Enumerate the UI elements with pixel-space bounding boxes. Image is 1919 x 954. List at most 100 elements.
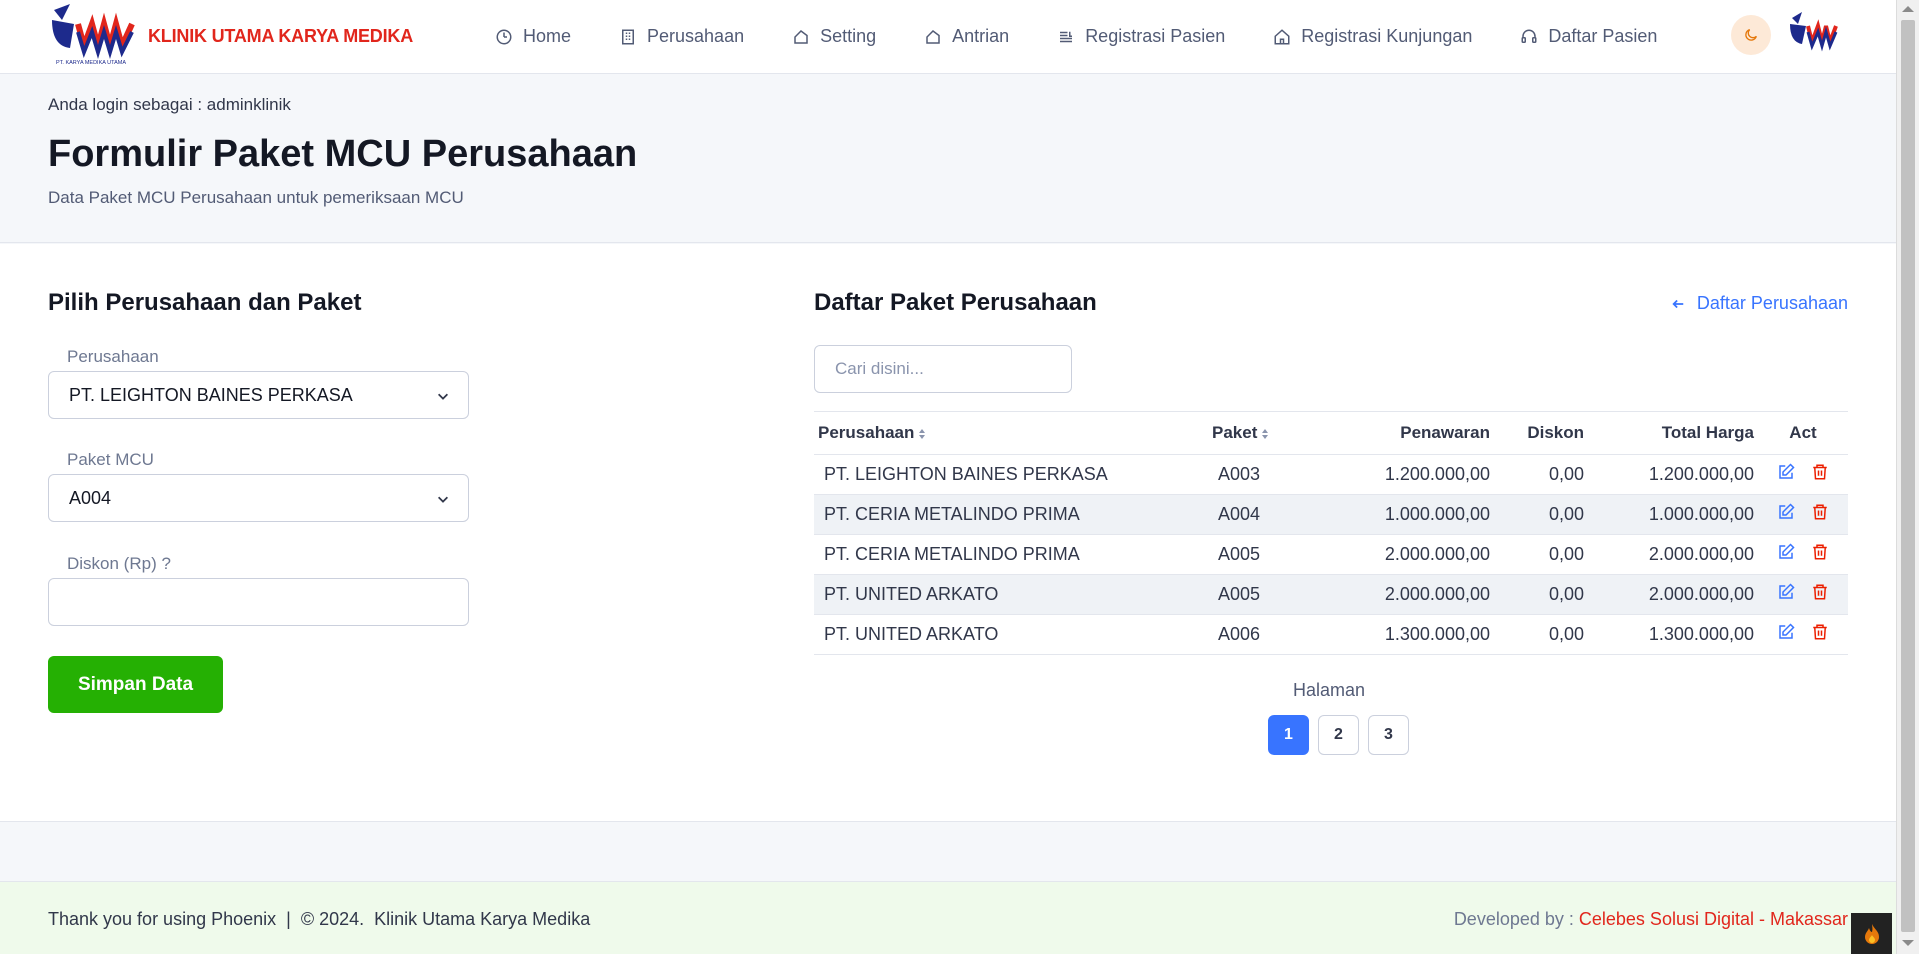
cell-actions <box>1758 614 1848 655</box>
edit-icon[interactable] <box>1777 583 1795 601</box>
edit-icon[interactable] <box>1777 623 1795 641</box>
cell-company: PT. CERIA METALINDO PRIMA <box>814 494 1208 535</box>
cell-discount: 0,00 <box>1494 534 1588 575</box>
edit-icon[interactable] <box>1777 543 1795 561</box>
nav-label: Perusahaan <box>647 26 745 46</box>
nav-label: Home <box>523 26 572 46</box>
scroll-thumb[interactable] <box>1901 20 1915 932</box>
nav-item-registrasi-kunjungan[interactable]: Registrasi Kunjungan <box>1273 26 1472 47</box>
company-select[interactable]: PT. LEIGHTON BAINES PERKASA <box>48 371 469 419</box>
col-header-total-harga: Total Harga <box>1661 423 1754 442</box>
trash-icon[interactable] <box>1811 583 1829 601</box>
nav-item-setting[interactable]: Setting <box>792 26 876 47</box>
trash-icon[interactable] <box>1811 543 1829 561</box>
tag-icon <box>926 29 940 44</box>
cell-actions <box>1758 454 1848 495</box>
back-link-label: Daftar Perusahaan <box>1696 293 1848 313</box>
cell-offer: 1.000.000,00 <box>1308 494 1494 535</box>
footer-credits: Developed by : Celebes Solusi Digital - … <box>1454 909 1848 930</box>
cell-offer: 2.000.000,00 <box>1308 534 1494 575</box>
nav-item-antrian[interactable]: Antrian <box>924 26 1009 47</box>
list-title: Daftar Paket Perusahaan <box>814 289 1097 316</box>
edit-icon[interactable] <box>1777 503 1795 521</box>
cell-total: 1.200.000,00 <box>1588 454 1758 495</box>
page-subtitle: Data Paket MCU Perusahaan untuk pemeriks… <box>48 188 464 207</box>
nav-item-daftar-pasien[interactable]: Daftar Pasien <box>1520 26 1657 47</box>
cell-discount: 0,00 <box>1494 574 1588 615</box>
cell-offer: 1.300.000,00 <box>1308 614 1494 655</box>
edit-icon[interactable] <box>1777 463 1795 481</box>
cell-discount: 0,00 <box>1494 454 1588 495</box>
page-button-1[interactable]: 1 <box>1268 715 1309 755</box>
package-select[interactable]: A004 <box>48 474 469 522</box>
cell-package: A006 <box>1208 614 1308 655</box>
fire-icon-button[interactable] <box>1851 913 1892 954</box>
avatar[interactable] <box>1788 8 1840 60</box>
back-to-companies-link[interactable]: Daftar Perusahaan <box>1671 293 1848 314</box>
developer-link[interactable]: Celebes Solusi Digital - Makassar <box>1579 909 1848 929</box>
table-row: PT. CERIA METALINDO PRIMA A005 2.000.000… <box>814 534 1848 575</box>
nav-label: Daftar Pasien <box>1548 26 1658 46</box>
trash-icon[interactable] <box>1811 623 1829 641</box>
main-nav: Home Perusahaan Setting Antrian Registra… <box>495 26 1705 47</box>
footer-thanks: Thank you for using Phoenix | © 2024. Kl… <box>48 909 591 929</box>
nav-item-home[interactable]: Home <box>495 26 571 47</box>
scroll-down-arrow[interactable] <box>1902 940 1914 946</box>
footer: Thank you for using Phoenix | © 2024. Kl… <box>0 881 1896 954</box>
building-icon <box>622 29 635 44</box>
company-select-value: PT. LEIGHTON BAINES PERKASA <box>69 384 353 405</box>
form-title: Pilih Perusahaan dan Paket <box>48 289 362 316</box>
fire-icon <box>1864 923 1879 944</box>
trash-icon[interactable] <box>1811 503 1829 521</box>
discount-label: Diskon (Rp) ? <box>67 554 171 573</box>
scroll-up-arrow[interactable] <box>1902 6 1914 12</box>
table-row: PT. UNITED ARKATO A006 1.300.000,00 0,00… <box>814 614 1848 655</box>
nav-item-registrasi-pasien[interactable]: Registrasi Pasien <box>1057 26 1225 47</box>
brand[interactable]: PT. KARYA MEDIKA UTAMA KLINIK UTAMA KARY… <box>48 2 413 72</box>
pagination-label: Halaman <box>1293 680 1366 700</box>
col-header-paket[interactable]: Paket <box>1208 412 1308 455</box>
cell-offer: 1.200.000,00 <box>1308 454 1494 495</box>
trash-icon[interactable] <box>1811 463 1829 481</box>
main-content: Pilih Perusahaan dan Paket Perusahaan PT… <box>0 244 1896 822</box>
page-header: Anda login sebagai : adminklinik Formuli… <box>0 75 1896 243</box>
table-row: PT. UNITED ARKATO A005 2.000.000,00 0,00… <box>814 574 1848 615</box>
list-icon <box>1060 31 1073 42</box>
cell-company: PT. UNITED ARKATO <box>814 574 1208 615</box>
page-button-3[interactable]: 3 <box>1368 715 1409 755</box>
discount-input[interactable] <box>48 578 469 626</box>
cell-company: PT. CERIA METALINDO PRIMA <box>814 534 1208 575</box>
scrollbar[interactable] <box>1896 0 1919 954</box>
cell-discount: 0,00 <box>1494 614 1588 655</box>
package-table: Perusahaan Paket Penawaran Diskon Total … <box>814 411 1848 655</box>
theme-toggle-button[interactable] <box>1731 15 1771 55</box>
cell-offer: 2.000.000,00 <box>1308 574 1494 615</box>
search-input[interactable] <box>814 345 1072 393</box>
chevron-down-icon <box>438 393 448 400</box>
table-row: PT. CERIA METALINDO PRIMA A004 1.000.000… <box>814 494 1848 535</box>
moon-icon <box>1745 29 1757 41</box>
company-label: Perusahaan <box>67 347 159 366</box>
page-button-2[interactable]: 2 <box>1318 715 1359 755</box>
col-header-act: Act <box>1789 423 1817 442</box>
nav-item-perusahaan[interactable]: Perusahaan <box>619 26 744 47</box>
top-navbar: PT. KARYA MEDIKA UTAMA KLINIK UTAMA KARY… <box>0 0 1896 74</box>
cell-actions <box>1758 574 1848 615</box>
col-header-perusahaan[interactable]: Perusahaan <box>814 412 1208 455</box>
cell-total: 1.000.000,00 <box>1588 494 1758 535</box>
cell-package: A004 <box>1208 494 1308 535</box>
cell-package: A005 <box>1208 574 1308 615</box>
chevron-down-icon <box>438 496 448 503</box>
home-icon <box>1274 28 1290 44</box>
login-info: Anda login sebagai : adminklinik <box>48 95 291 114</box>
nav-label: Antrian <box>952 26 1010 46</box>
col-header-penawaran: Penawaran <box>1400 423 1490 442</box>
cell-company: PT. LEIGHTON BAINES PERKASA <box>814 454 1208 495</box>
sort-icon <box>919 428 926 439</box>
save-button[interactable]: Simpan Data <box>48 656 223 713</box>
pagination: 1 2 3 <box>1268 715 1409 755</box>
col-header-diskon: Diskon <box>1527 423 1584 442</box>
cell-company: PT. UNITED ARKATO <box>814 614 1208 655</box>
sort-icon <box>1262 428 1269 439</box>
clock-icon <box>496 29 512 44</box>
